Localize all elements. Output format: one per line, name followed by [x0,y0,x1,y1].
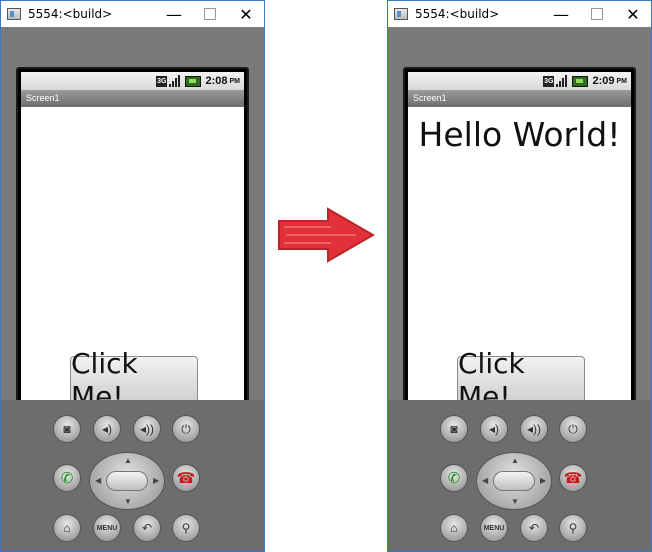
click-me-button[interactable]: Click Me! [70,347,198,413]
call-icon[interactable]: ✆ [440,464,468,492]
menu-button[interactable]: MENU [93,514,121,542]
maximize-icon [591,8,603,20]
camera-icon[interactable]: ◙ [440,415,468,443]
dpad-down-icon[interactable]: ▼ [511,497,519,506]
minimize-button[interactable]: — [543,1,579,27]
signal-icon [556,75,569,87]
app-title-bar: Screen1 [408,90,631,107]
right-arrow-icon [278,207,375,263]
volume-down-icon[interactable]: ◂) [93,415,121,443]
app-title-bar: Screen1 [21,90,244,107]
dpad-right-icon[interactable]: ▶ [153,476,159,485]
minimize-button[interactable]: — [156,1,192,27]
phone-screen-bezel: 3G 2:08 PM Screen1 Click Me! [16,67,249,413]
status-ampm: PM [616,77,628,85]
dpad-up-icon[interactable]: ▲ [124,456,132,465]
camera-icon[interactable]: ◙ [53,415,81,443]
network-3g-icon: 3G [156,75,168,87]
status-bar: 3G 2:09 PM [408,72,631,90]
dpad[interactable]: ▲ ▼ ◀ ▶ [89,452,165,510]
end-call-icon[interactable]: ☎ [172,464,200,492]
search-icon[interactable]: ⚲ [559,514,587,542]
app-screen: Hello World! Click Me! [408,107,631,413]
home-icon[interactable]: ⌂ [440,514,468,542]
network-3g-icon: 3G [543,75,555,87]
status-time: 2:08 [205,75,228,87]
power-icon[interactable]: ⏻ [172,415,200,443]
status-bar: 3G 2:08 PM [21,72,244,90]
hello-label: Hello World! [418,115,621,154]
signal-icon [169,75,182,87]
home-icon[interactable]: ⌂ [53,514,81,542]
close-button[interactable]: ✕ [615,1,651,27]
volume-up-icon[interactable]: ◂)) [520,415,548,443]
phone-screen-bezel: 3G 2:09 PM Screen1 Hello World! Click Me… [403,67,636,413]
end-call-icon[interactable]: ☎ [559,464,587,492]
battery-icon [185,75,202,87]
dpad-left-icon[interactable]: ◀ [95,476,101,485]
dpad-left-icon[interactable]: ◀ [482,476,488,485]
call-icon[interactable]: ✆ [53,464,81,492]
dpad-center-button[interactable] [493,471,535,491]
click-me-button[interactable]: Click Me! [457,347,585,413]
window-title: 5554:<build> [28,7,113,21]
close-button[interactable]: ✕ [228,1,264,27]
menu-button[interactable]: MENU [480,514,508,542]
window-title: 5554:<build> [415,7,500,21]
dpad[interactable]: ▲ ▼ ◀ ▶ [476,452,552,510]
search-icon[interactable]: ⚲ [172,514,200,542]
app-screen: Click Me! [21,107,244,413]
back-icon[interactable]: ↶ [520,514,548,542]
transition-arrow [276,205,376,265]
emulator-window-before: 5554:<build> — ✕ 3G 2:08 PM Screen1 Clic… [0,0,265,552]
dpad-right-icon[interactable]: ▶ [540,476,546,485]
dpad-up-icon[interactable]: ▲ [511,456,519,465]
title-bar[interactable]: 5554:<build> — ✕ [388,1,651,27]
maximize-button[interactable] [579,1,615,27]
battery-icon [572,75,589,87]
phone-controls: ◙ ◂) ◂)) ⏻ ✆ ▲ ▼ ◀ ▶ ☎ ⌂ MENU ↶ ⚲ [388,400,651,551]
title-bar[interactable]: 5554:<build> — ✕ [1,1,264,27]
maximize-button[interactable] [192,1,228,27]
status-ampm: PM [229,77,241,85]
dpad-center-button[interactable] [106,471,148,491]
volume-up-icon[interactable]: ◂)) [133,415,161,443]
emulator-app-icon [394,8,408,20]
phone-body: 3G 2:08 PM Screen1 Click Me! [1,27,264,413]
dpad-down-icon[interactable]: ▼ [124,497,132,506]
phone-controls: ◙ ◂) ◂)) ⏻ ✆ ▲ ▼ ◀ ▶ ☎ ⌂ MENU ↶ ⚲ [1,400,264,551]
power-icon[interactable]: ⏻ [559,415,587,443]
emulator-window-after: 5554:<build> — ✕ 3G 2:09 PM Screen1 Hell… [387,0,652,552]
status-time: 2:09 [592,75,615,87]
back-icon[interactable]: ↶ [133,514,161,542]
phone-body: 3G 2:09 PM Screen1 Hello World! Click Me… [388,27,651,413]
maximize-icon [204,8,216,20]
emulator-app-icon [7,8,21,20]
volume-down-icon[interactable]: ◂) [480,415,508,443]
